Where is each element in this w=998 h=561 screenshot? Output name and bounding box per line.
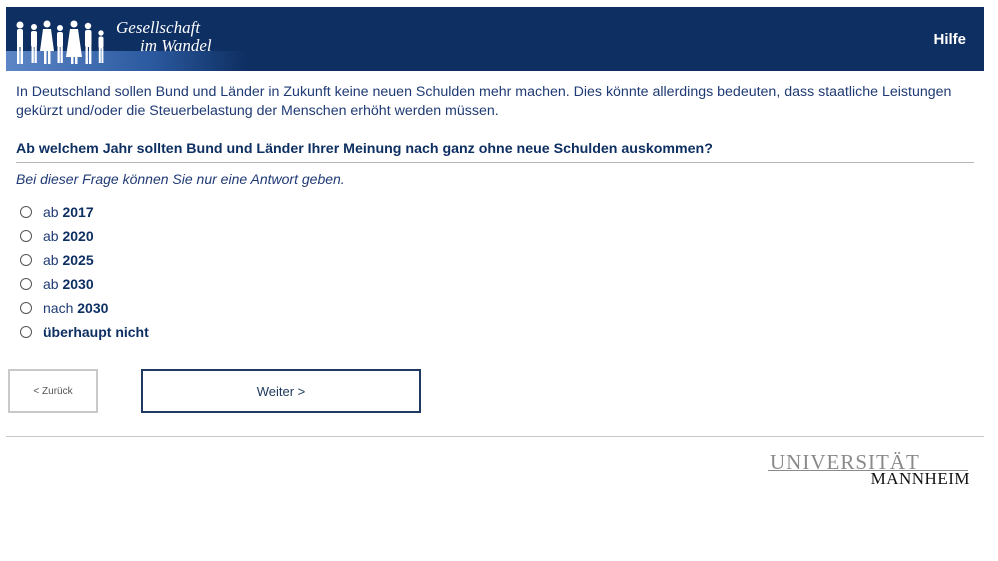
option-ab-2025[interactable]: ab 2025 bbox=[20, 248, 149, 272]
help-link[interactable]: Hilfe bbox=[933, 31, 966, 48]
option-label: ab 2030 bbox=[43, 276, 94, 292]
option-label: ab 2025 bbox=[43, 252, 94, 268]
answer-options: ab 2017 ab 2020 ab 2025 ab 2030 nach 203… bbox=[20, 200, 149, 344]
people-silhouette-icon bbox=[16, 20, 104, 64]
radio-button[interactable] bbox=[20, 302, 32, 314]
university-logo: UNIVERSITÄT MANNHEIM bbox=[768, 450, 970, 490]
logo-line-1: Gesellschaft bbox=[116, 18, 201, 37]
answer-hint: Bei dieser Frage können Sie nur eine Ant… bbox=[16, 171, 345, 187]
back-button[interactable]: < Zurück bbox=[8, 369, 98, 413]
option-label: ab 2020 bbox=[43, 228, 94, 244]
next-button[interactable]: Weiter > bbox=[141, 369, 421, 413]
question-title: Ab welchem Jahr sollten Bund und Länder … bbox=[16, 141, 974, 163]
option-ueberhaupt-nicht[interactable]: überhaupt nicht bbox=[20, 320, 149, 344]
option-nach-2030[interactable]: nach 2030 bbox=[20, 296, 149, 320]
radio-button[interactable] bbox=[20, 278, 32, 290]
radio-button[interactable] bbox=[20, 254, 32, 266]
radio-button[interactable] bbox=[20, 230, 32, 242]
option-label: nach 2030 bbox=[43, 300, 109, 316]
logo-title: Gesellschaft im Wandel bbox=[114, 19, 212, 55]
header-bar: Gesellschaft im Wandel Hilfe bbox=[6, 7, 984, 71]
radio-button[interactable] bbox=[20, 326, 32, 338]
logo-line-2: im Wandel bbox=[140, 36, 212, 55]
option-ab-2017[interactable]: ab 2017 bbox=[20, 200, 149, 224]
option-label: überhaupt nicht bbox=[43, 324, 149, 340]
radio-button[interactable] bbox=[20, 206, 32, 218]
option-ab-2030[interactable]: ab 2030 bbox=[20, 272, 149, 296]
intro-text: In Deutschland sollen Bund und Länder in… bbox=[16, 84, 952, 119]
option-label: ab 2017 bbox=[43, 204, 94, 220]
option-ab-2020[interactable]: ab 2020 bbox=[20, 224, 149, 248]
footer-divider bbox=[6, 436, 984, 437]
university-logo-line-2: MANNHEIM bbox=[870, 469, 970, 488]
